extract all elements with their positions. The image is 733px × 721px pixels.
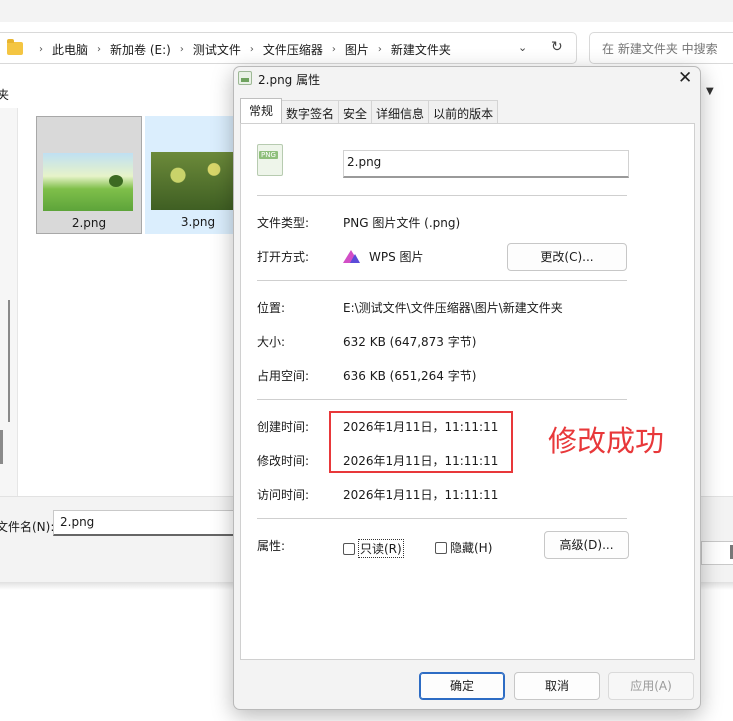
- checkbox-box[interactable]: [435, 541, 447, 554]
- filetype-label: 文件类型:: [257, 216, 310, 230]
- folder-icon: [7, 39, 23, 55]
- filename-field[interactable]: 2.png: [343, 150, 629, 178]
- tab-details[interactable]: 详细信息: [371, 100, 430, 124]
- accessed-label: 访问时间:: [257, 488, 310, 502]
- breadcrumb-item[interactable]: 新加卷 (E:): [110, 41, 171, 58]
- hidden-checkbox[interactable]: 隐藏(H): [435, 539, 492, 556]
- scrollbar-thumb[interactable]: [0, 430, 3, 464]
- png-file-icon: PNG: [257, 144, 283, 176]
- file-name: 2.png: [71, 216, 107, 230]
- refresh-icon[interactable]: ↻: [551, 39, 563, 55]
- readonly-label: 只读(R): [358, 539, 404, 558]
- tab-security[interactable]: 安全: [338, 100, 373, 124]
- filename-input[interactable]: 2.png: [53, 510, 243, 536]
- created-label: 创建时间:: [257, 420, 310, 434]
- chevron-right-icon: ›: [97, 44, 102, 55]
- divider: [257, 399, 627, 400]
- accessed-value: 2026年1月11日，11:11:11: [343, 488, 499, 502]
- search-input[interactable]: [600, 41, 733, 57]
- chevron-right-icon: ›: [249, 44, 254, 55]
- annotation-text: 修改成功: [548, 424, 665, 458]
- apply-button[interactable]: 应用(A): [608, 672, 694, 700]
- close-icon[interactable]: ✕: [678, 68, 692, 88]
- breadcrumb: › 此电脑 › 新加卷 (E:) › 测试文件 › 文件压缩器 › 图片 › 新…: [30, 41, 451, 58]
- file-ext-label: PNG: [259, 151, 278, 159]
- opens-with-label: 打开方式:: [257, 250, 310, 264]
- opens-with-value: WPS 图片: [369, 250, 424, 264]
- tab-bar: 常规 数字签名 安全 详细信息 以前的版本: [240, 98, 499, 124]
- image-thumbnail: [43, 153, 133, 211]
- file-item[interactable]: 2.png: [36, 116, 142, 234]
- breadcrumb-item[interactable]: 此电脑: [52, 41, 88, 58]
- chevron-right-icon: ›: [39, 44, 43, 55]
- breadcrumb-item[interactable]: 图片: [345, 41, 369, 58]
- tab-general[interactable]: 常规: [240, 98, 283, 123]
- image-thumbnail: [151, 152, 241, 210]
- readonly-checkbox[interactable]: 只读(R): [343, 539, 404, 558]
- address-bar[interactable]: › 此电脑 › 新加卷 (E:) › 测试文件 › 文件压缩器 › 图片 › 新…: [0, 32, 577, 64]
- checkbox-box[interactable]: [343, 542, 355, 555]
- search-box[interactable]: [589, 32, 733, 64]
- modified-label: 修改时间:: [257, 454, 310, 468]
- size-label: 大小:: [257, 335, 286, 349]
- chevron-down-icon[interactable]: ▼: [706, 86, 714, 97]
- breadcrumb-item[interactable]: 文件压缩器: [263, 41, 323, 58]
- chevron-right-icon: ›: [377, 44, 382, 55]
- size-value: 632 KB (647,873 字节): [343, 335, 477, 349]
- filetype-value: PNG 图片文件 (.png): [343, 216, 461, 230]
- location-value: E:\测试文件\文件压缩器\图片\新建文件夹: [343, 301, 563, 315]
- ok-button[interactable]: 确定: [419, 672, 505, 700]
- divider: [257, 195, 627, 196]
- scrollbar-thumb[interactable]: [8, 300, 10, 422]
- filename-label: 文件名(N):: [0, 520, 55, 534]
- hidden-label: 隐藏(H): [450, 541, 493, 555]
- cancel-button[interactable]: 取消: [514, 672, 600, 700]
- chevron-down-icon[interactable]: ⌄: [518, 41, 527, 54]
- divider: [257, 518, 627, 519]
- wps-icon: [343, 250, 361, 264]
- general-panel: [240, 123, 695, 660]
- breadcrumb-item[interactable]: 测试文件: [193, 41, 241, 58]
- filetype-select[interactable]: [701, 541, 733, 565]
- explorer-titlebar: [0, 0, 733, 22]
- attributes-label: 属性:: [257, 539, 286, 553]
- chevron-right-icon: ›: [331, 44, 336, 55]
- image-file-icon: [238, 71, 252, 85]
- tab-previous-versions[interactable]: 以前的版本: [428, 100, 499, 124]
- advanced-button[interactable]: 高级(D)...: [544, 531, 629, 559]
- location-label: 位置:: [257, 301, 286, 315]
- dialog-title: 2.png 属性: [258, 73, 321, 87]
- divider: [257, 280, 627, 281]
- change-button[interactable]: 更改(C)...: [507, 243, 627, 271]
- highlight-box: [329, 411, 513, 473]
- chevron-right-icon: ›: [179, 44, 184, 55]
- size-on-disk-value: 636 KB (651,264 字节): [343, 369, 477, 383]
- properties-dialog: 2.png 属性 ✕ 常规 数字签名 安全 详细信息 以前的版本 PNG 2.p…: [233, 66, 701, 710]
- size-on-disk-label: 占用空间:: [257, 369, 310, 383]
- breadcrumb-item[interactable]: 新建文件夹: [391, 41, 451, 58]
- tab-digital-signatures[interactable]: 数字签名: [281, 100, 340, 124]
- view-label: 夹: [0, 88, 10, 102]
